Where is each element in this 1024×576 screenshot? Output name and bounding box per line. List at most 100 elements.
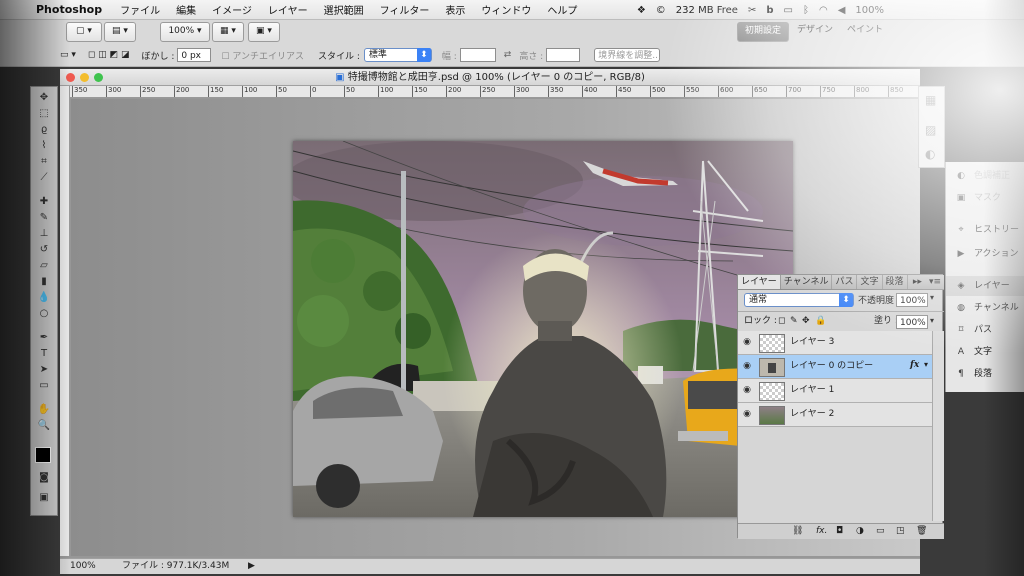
vertical-ruler[interactable] (60, 86, 70, 556)
layers-scrollbar[interactable] (932, 331, 944, 521)
fill-input[interactable]: 100% (896, 315, 928, 329)
blend-mode-select[interactable]: 通常 (744, 293, 854, 307)
lock-transparency-icon[interactable]: ◻ (778, 312, 785, 330)
tab-channels[interactable]: チャンネル (781, 275, 833, 289)
status-zoom[interactable]: 100% (70, 559, 96, 574)
layer-thumbnail[interactable] (759, 334, 785, 353)
zoom-dropdown[interactable]: 100% ▾ (160, 22, 210, 42)
status-menu-arrow-icon[interactable]: ▶ (248, 559, 255, 574)
memory-free-label[interactable]: 232 MB Free (676, 5, 738, 16)
menu-help[interactable]: ヘルプ (539, 2, 585, 17)
panel-menu-icon[interactable]: ▾≡ (926, 275, 944, 289)
hand-tool-icon[interactable]: ✋ (35, 403, 53, 417)
screen-mode-button[interactable]: ▣ ▾ (248, 22, 280, 42)
document-image[interactable] (293, 141, 793, 517)
crop-tool-icon[interactable]: ⌗ (35, 155, 53, 169)
path-select-tool-icon[interactable]: ➤ (35, 363, 53, 377)
new-layer-icon[interactable]: ◳ (896, 524, 905, 538)
layer-thumbnail[interactable] (759, 382, 785, 401)
layer-name[interactable]: レイヤー 2 (790, 403, 834, 426)
move-tool-icon[interactable]: ✥ (35, 91, 53, 105)
workspace-paint-button[interactable]: ペイント (842, 22, 888, 40)
refine-edge-button[interactable]: 境界線を調整... (594, 48, 661, 62)
visibility-eye-icon[interactable]: ◉ (742, 409, 752, 419)
layer-row-selected[interactable]: ◉ レイヤー 0 のコピー fx ▾ (738, 355, 932, 379)
marquee-tool-icon[interactable]: ⬚ (35, 107, 53, 121)
type-tool-icon[interactable]: T (35, 347, 53, 361)
lock-image-icon[interactable]: ✎ (790, 312, 798, 330)
dock-item-character[interactable]: A 文字 (946, 342, 1024, 362)
layer-thumbnail[interactable] (759, 358, 785, 377)
menu-edit[interactable]: 編集 (168, 2, 204, 17)
fill-dropdown-icon[interactable]: ▾ (930, 312, 934, 330)
new-group-icon[interactable]: ▭ (876, 524, 885, 538)
add-style-icon[interactable]: fx. (816, 524, 827, 538)
memory-monitor-icon[interactable]: © (656, 5, 666, 16)
layer-row[interactable]: ◉ レイヤー 1 (738, 379, 932, 403)
pen-tool-icon[interactable]: ✒ (35, 331, 53, 345)
swatches-panel-icon[interactable]: ▨ (925, 123, 936, 137)
layer-name[interactable]: レイヤー 1 (790, 379, 834, 402)
battery-label[interactable]: 100% (855, 5, 884, 16)
delete-layer-icon[interactable]: 🗑 (916, 524, 927, 538)
selection-mode-icons[interactable]: ◻ ◫ ◩ ◪ (88, 50, 130, 60)
opacity-dropdown-icon[interactable]: ▾ (930, 293, 934, 302)
brush-tool-icon[interactable]: ✎ (35, 211, 53, 225)
airplay-icon[interactable]: ▭ (784, 5, 793, 16)
healing-brush-tool-icon[interactable]: ✚ (35, 195, 53, 209)
minimize-window-button[interactable] (80, 73, 89, 82)
menu-view[interactable]: 表示 (437, 2, 473, 17)
app-menu[interactable]: Photoshop (0, 3, 112, 16)
bluetooth-icon[interactable]: ᛒ (803, 5, 809, 16)
tab-paragraph[interactable]: 段落 (883, 275, 908, 289)
layer-row[interactable]: ◉ レイヤー 2 (738, 403, 932, 427)
eyedropper-tool-icon[interactable]: ⟋ (35, 171, 53, 185)
styles-panel-icon[interactable]: ◐ (925, 147, 935, 161)
layer-fx-icon[interactable]: fx (910, 360, 919, 370)
blur-tool-icon[interactable]: 💧 (35, 291, 53, 305)
visibility-eye-icon[interactable]: ◉ (742, 385, 752, 395)
eraser-tool-icon[interactable]: ▱ (35, 259, 53, 273)
color-panel-icon[interactable]: ▦ (925, 93, 936, 107)
dock-item-paths[interactable]: ⌑ パス (946, 320, 1024, 340)
add-mask-icon[interactable]: ◘ (836, 524, 843, 538)
lasso-tool-icon[interactable]: ϱ (35, 123, 53, 137)
workspace-design-button[interactable]: デザイン (792, 22, 838, 40)
menu-layer[interactable]: レイヤー (260, 2, 316, 17)
menu-window[interactable]: ウィンドウ (473, 2, 539, 17)
fx-expand-icon[interactable]: ▾ (924, 360, 928, 369)
zoom-window-button[interactable] (94, 73, 103, 82)
tab-paths[interactable]: パス (832, 275, 858, 289)
scissors-icon[interactable]: ✂ (748, 5, 756, 16)
dock-item-layers[interactable]: ◈ レイヤー (946, 276, 1024, 296)
zoom-tool-icon[interactable]: 🔍 (35, 419, 53, 433)
clone-stamp-tool-icon[interactable]: ⊥ (35, 227, 53, 241)
menu-image[interactable]: イメージ (204, 2, 260, 17)
extras-selector[interactable]: ▤ ▾ (104, 22, 136, 42)
width-input[interactable] (459, 48, 496, 62)
quick-select-tool-icon[interactable]: ⌇ (35, 139, 53, 153)
volume-icon[interactable]: ◀ (838, 5, 846, 16)
dock-item-actions[interactable]: ▶ アクション (946, 244, 1024, 264)
tab-character[interactable]: 文字 (857, 275, 883, 289)
history-brush-tool-icon[interactable]: ↺ (35, 243, 53, 257)
workspace-essentials-button[interactable]: 初期設定 (737, 22, 789, 42)
lock-position-icon[interactable]: ✥ (802, 312, 810, 330)
screen-mode-icon[interactable]: ▣ (35, 491, 53, 505)
dock-item-paragraph[interactable]: ¶ 段落 (946, 364, 1024, 384)
tab-layers[interactable]: レイヤー (738, 275, 781, 289)
dock-item-history[interactable]: ⌖ ヒストリー (946, 220, 1024, 240)
quick-mask-icon[interactable]: ◙ (35, 471, 53, 485)
height-input[interactable] (546, 48, 581, 62)
style-select[interactable]: 標準 (363, 48, 432, 62)
panel-collapse-icon[interactable]: ▸▸ (909, 275, 926, 289)
antialias-checkbox[interactable]: ☐ アンチエイリアス (221, 49, 304, 62)
swap-icon[interactable]: ⇄ (504, 50, 512, 60)
visibility-eye-icon[interactable]: ◉ (742, 337, 752, 347)
arrange-documents-button[interactable]: ▦ ▾ (212, 22, 244, 42)
foreground-color-swatch[interactable] (35, 447, 53, 463)
close-window-button[interactable] (66, 73, 75, 82)
layer-name[interactable]: レイヤー 0 のコピー (790, 355, 873, 378)
adjustment-layer-icon[interactable]: ◑ (856, 524, 864, 538)
visibility-eye-icon[interactable]: ◉ (742, 361, 752, 371)
